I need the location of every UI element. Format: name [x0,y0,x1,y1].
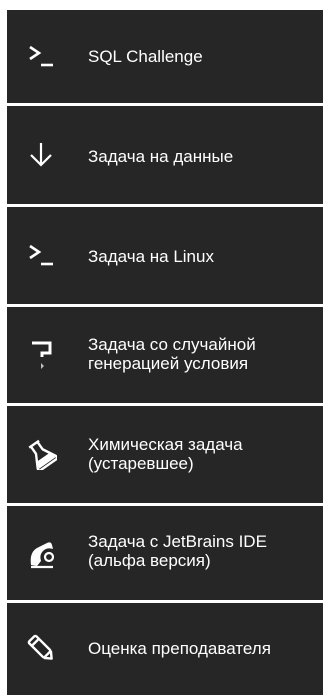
step-type-menu: SQL Challenge Задача на данные Задача на… [0,0,323,695]
menu-item-sql-challenge[interactable]: SQL Challenge [7,10,323,103]
menu-item-label: Задача на Linux [88,247,214,266]
menu-item-label: Задача со случайной генерацией условия [88,335,256,373]
menu-item-chemistry-task[interactable]: Химическая задача (устаревшее) [7,406,323,503]
menu-item-teacher-review[interactable]: Оценка преподавателя [7,603,323,695]
menu-item-label: SQL Challenge [88,47,203,66]
terminal-icon [25,40,57,72]
menu-item-label: Химическая задача (устаревшее) [88,435,243,473]
menu-item-linux-task[interactable]: Задача на Linux [7,207,323,304]
arrow-down-icon [25,139,57,171]
menu-item-label: Задача с JetBrains IDE (альфа версия) [88,532,267,570]
menu-item-random-generation-task[interactable]: Задача со случайной генерацией условия [7,307,323,403]
terminal-icon [25,239,57,271]
random-generation-icon [25,337,57,369]
jetbrains-ide-icon [25,537,57,569]
menu-item-label: Задача на данные [88,147,234,166]
flask-icon [25,438,57,470]
pencil-icon [25,632,57,664]
menu-item-label: Оценка преподавателя [88,639,271,658]
menu-item-data-task[interactable]: Задача на данные [7,106,323,204]
menu-item-jetbrains-ide-task[interactable]: Задача с JetBrains IDE (альфа версия) [7,506,323,600]
